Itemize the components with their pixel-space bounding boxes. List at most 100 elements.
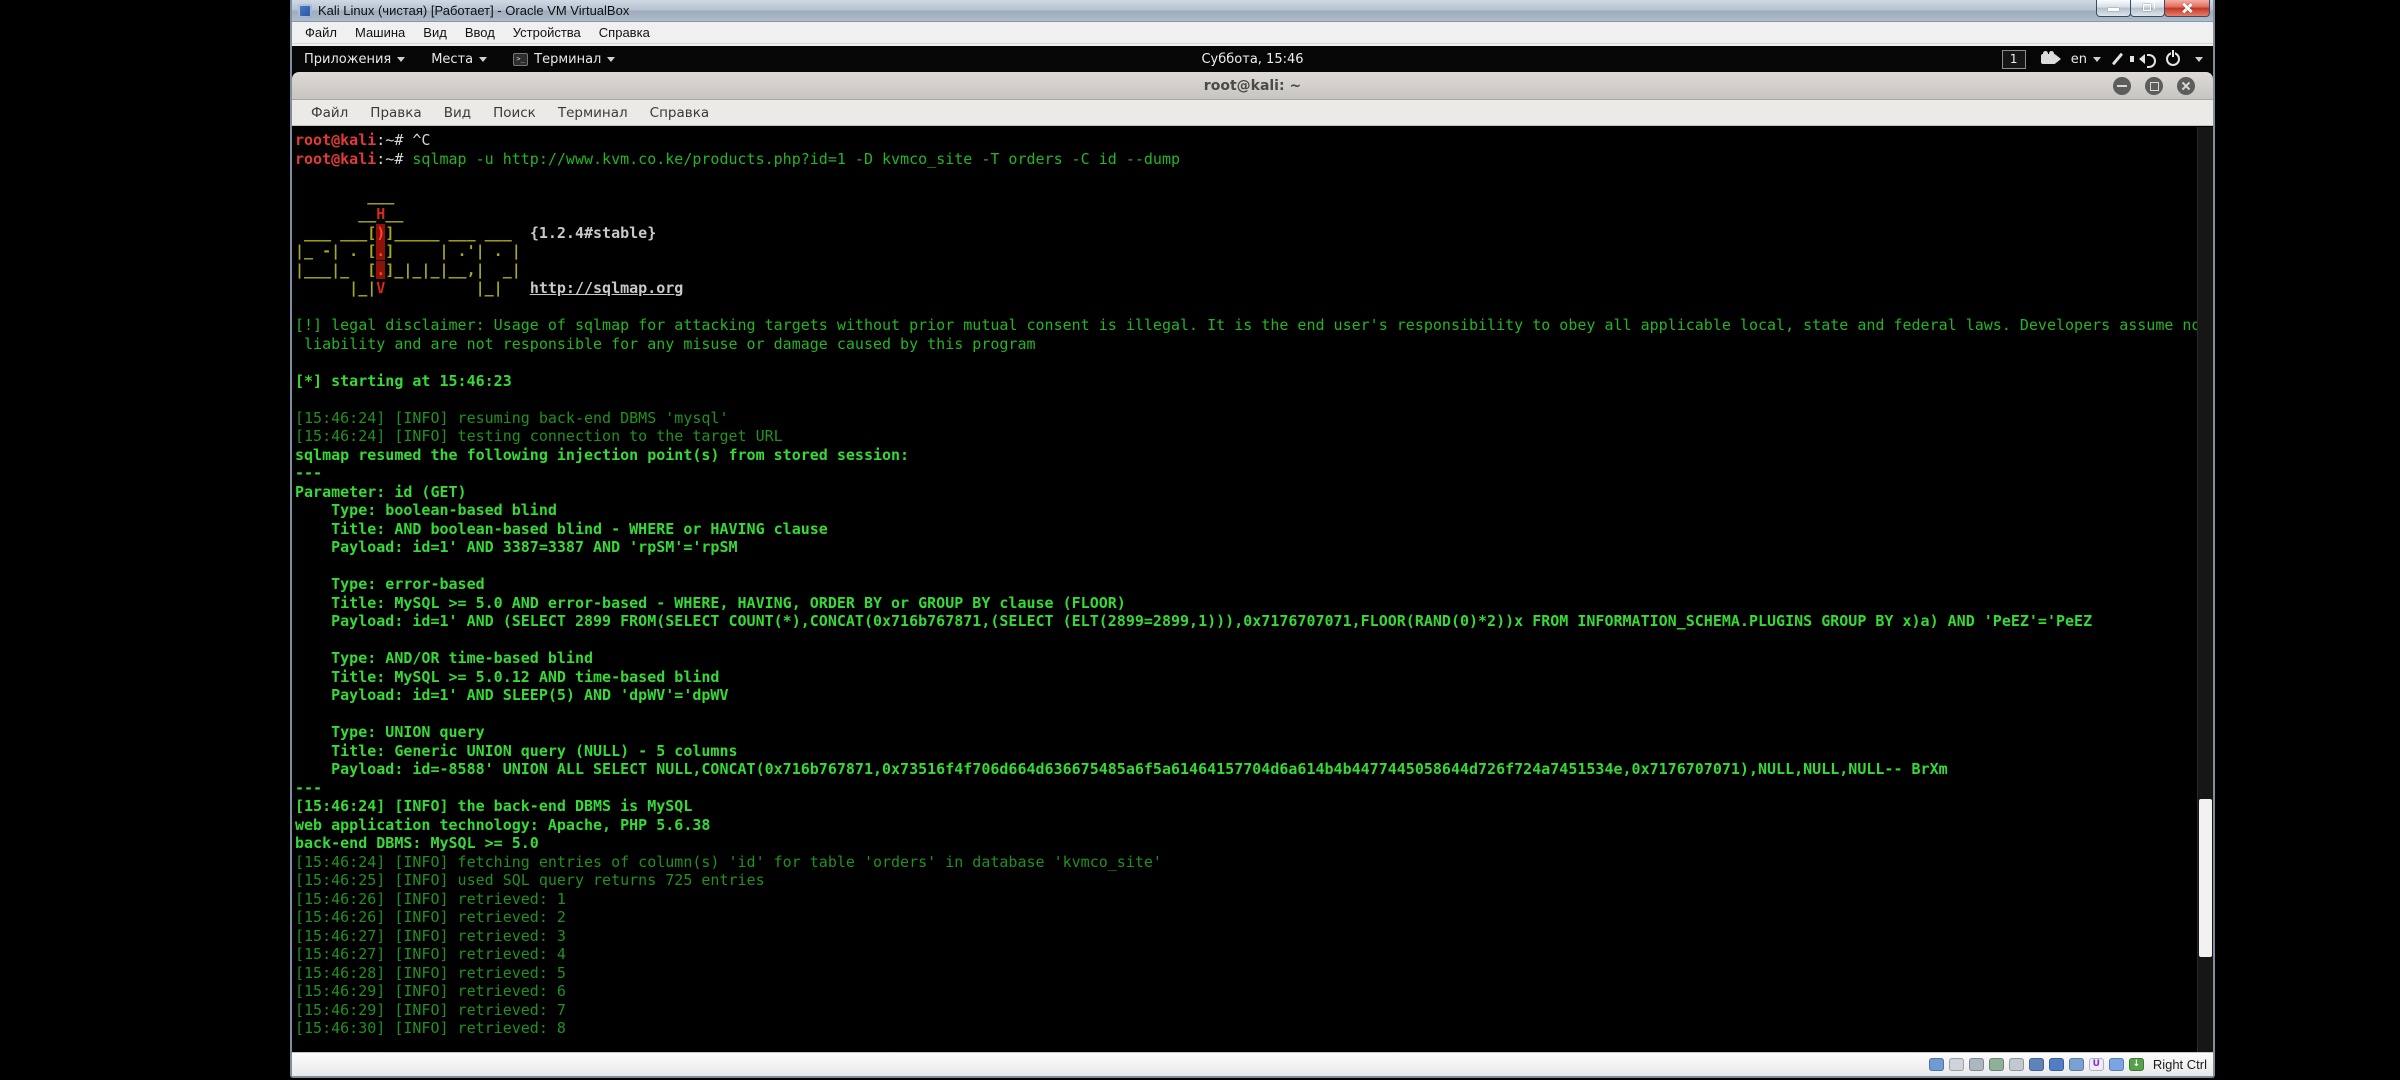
panel-clock[interactable]: Суббота, 15:46	[1201, 52, 1303, 67]
keyboard-layout-indicator[interactable]: en	[2071, 52, 2101, 67]
terminal-titlebar[interactable]: root@kali: ~	[292, 72, 2213, 100]
terminal-line: ---	[295, 779, 2197, 798]
close-icon	[2181, 2, 2193, 14]
terminal-line: Payload: id=1' AND 3387=3387 AND 'rpSM'=…	[295, 538, 2197, 557]
terminal-line: Title: Generic UNION query (NULL) - 5 co…	[295, 742, 2197, 761]
terminal-line: Type: boolean-based blind	[295, 501, 2197, 520]
virtualbox-app-icon	[298, 4, 312, 18]
terminal-line: [15:46:24] [INFO] testing connection to …	[295, 427, 2197, 446]
terminal-line: [15:46:25] [INFO] used SQL query returns…	[295, 871, 2197, 890]
terminal-line: [15:46:30] [INFO] retrieved: 8	[295, 1019, 2197, 1038]
terminal-icon: >_	[513, 53, 528, 66]
terminal-line	[295, 390, 2197, 409]
terminal-line: Title: MySQL >= 5.0.12 AND time-based bl…	[295, 668, 2197, 687]
applications-menu[interactable]: Приложения	[304, 52, 405, 67]
terminal-line: Payload: id=1' AND (SELECT 2899 FROM(SEL…	[295, 612, 2197, 631]
terminal-menu-Справка[interactable]: Справка	[639, 103, 720, 123]
workspace-indicator[interactable]: 1	[2002, 50, 2026, 69]
vbox-menu-Справка[interactable]: Справка	[590, 23, 659, 42]
terminal-line	[295, 353, 2197, 372]
terminal-close-button[interactable]	[2177, 77, 2195, 95]
shared-folders-icon[interactable]	[2029, 1058, 2044, 1071]
terminal-menu-Поиск[interactable]: Поиск	[482, 103, 547, 123]
terminal-line: root@kali:~# ^C	[295, 131, 2197, 150]
auto-resize-icon[interactable]: ↓	[2129, 1058, 2144, 1071]
status-icons: U↓	[1929, 1058, 2144, 1071]
terminal-line: ---	[295, 464, 2197, 483]
terminal-menu-Правка[interactable]: Правка	[359, 103, 432, 123]
terminal-menu-Терминал[interactable]: Терминал	[547, 103, 639, 123]
restore-icon	[2143, 4, 2151, 11]
close-button[interactable]	[2164, 0, 2210, 17]
power-icon[interactable]	[2166, 52, 2180, 66]
terminal-scrollbar[interactable]	[2197, 127, 2213, 1052]
window-title: Kali Linux (чистая) [Работает] - Oracle …	[318, 3, 629, 18]
terminal-menu-Вид[interactable]: Вид	[433, 103, 482, 123]
network-icon[interactable]	[1989, 1058, 2004, 1071]
audio-icon[interactable]	[1969, 1058, 1984, 1071]
terminal-line: [*] starting at 15:46:23	[295, 372, 2197, 391]
virtualbox-titlebar[interactable]: Kali Linux (чистая) [Работает] - Oracle …	[292, 0, 2213, 22]
terminal-line: ___ ___[)]_____ ___ ___ {1.2.4#stable}	[295, 224, 2197, 243]
terminal-line: liability and are not responsible for an…	[295, 335, 2197, 354]
terminal-line	[295, 631, 2197, 650]
terminal-line	[295, 168, 2197, 187]
panel-left: Приложения Места >_ Терминал	[292, 52, 615, 67]
terminal-line: root@kali:~# sqlmap -u http://www.kvm.co…	[295, 150, 2197, 169]
terminal-window: root@kali: ~ ФайлПравкаВидПоискТерминалС…	[292, 72, 2213, 1052]
host-key-label: Right Ctrl	[2153, 1057, 2207, 1072]
minimize-icon	[2108, 8, 2119, 11]
applications-label: Приложения	[304, 52, 391, 67]
screen-background: Kali Linux (чистая) [Работает] - Oracle …	[0, 0, 2400, 1080]
vbox-menu-Машина[interactable]: Машина	[346, 23, 414, 42]
terminal-menubar: ФайлПравкаВидПоискТерминалСправка	[292, 100, 2213, 126]
chevron-down-icon	[607, 57, 615, 62]
seamless-windows-icon[interactable]	[2069, 1058, 2084, 1071]
terminal-app-menu[interactable]: >_ Терминал	[513, 52, 615, 67]
virtualbox-statusbar: U↓ Right Ctrl	[292, 1052, 2213, 1076]
terminal-line: Payload: id=1' AND SLEEP(5) AND 'dpWV'='…	[295, 686, 2197, 705]
vbox-menu-Файл[interactable]: Файл	[296, 23, 346, 42]
terminal-line: ___	[295, 187, 2197, 206]
chevron-down-icon	[479, 57, 487, 62]
window-controls	[2097, 0, 2210, 17]
scrollbar-thumb[interactable]	[2199, 799, 2212, 957]
chevron-down-icon	[397, 57, 405, 62]
display-icon[interactable]	[2049, 1058, 2064, 1071]
terminal-line	[295, 557, 2197, 576]
terminal-line: __H__	[295, 205, 2197, 224]
terminal-maximize-button[interactable]	[2145, 77, 2163, 95]
terminal-line: Type: UNION query	[295, 723, 2197, 742]
hard-disk-icon[interactable]	[1929, 1058, 1944, 1071]
usb-icon[interactable]	[2009, 1058, 2024, 1071]
terminal-line: Type: error-based	[295, 575, 2197, 594]
terminal-window-controls	[2113, 77, 2195, 95]
vbox-menu-Вид[interactable]: Вид	[414, 23, 456, 42]
terminal-line: [15:46:26] [INFO] retrieved: 1	[295, 890, 2197, 909]
features-icon[interactable]: U	[2089, 1058, 2104, 1071]
terminal-title: root@kali: ~	[1204, 78, 1301, 94]
restore-button[interactable]	[2130, 0, 2165, 17]
tweak-tool-icon[interactable]	[2112, 53, 2123, 66]
terminal-output[interactable]: root@kali:~# ^Croot@kali:~# sqlmap -u ht…	[292, 127, 2197, 1052]
vbox-menu-Устройства[interactable]: Устройства	[504, 23, 590, 42]
places-menu[interactable]: Места	[431, 52, 487, 67]
optical-disk-icon[interactable]	[1949, 1058, 1964, 1071]
terminal-line: Type: AND/OR time-based blind	[295, 649, 2197, 668]
panel-indicators: 1 en	[2002, 46, 2203, 72]
screen-recorder-icon[interactable]	[2041, 54, 2056, 64]
volume-icon[interactable]	[2134, 54, 2145, 64]
terminal-line: Payload: id=-8588' UNION ALL SELECT NULL…	[295, 760, 2197, 779]
terminal-menu-Файл[interactable]: Файл	[300, 103, 359, 123]
vbox-menu-Ввод[interactable]: Ввод	[456, 23, 504, 42]
terminal-line: [!] legal disclaimer: Usage of sqlmap fo…	[295, 316, 2197, 335]
places-label: Места	[431, 52, 473, 67]
terminal-minimize-button[interactable]	[2113, 77, 2131, 95]
mouse-integration-icon[interactable]	[2109, 1058, 2124, 1071]
terminal-line: web application technology: Apache, PHP …	[295, 816, 2197, 835]
terminal-line: |_ -| . [.] | .'| . |	[295, 242, 2197, 261]
system-menu-chevron-icon[interactable]	[2195, 57, 2203, 62]
terminal-line: |___|_ [.]_|_|_|__,| _|	[295, 261, 2197, 280]
minimize-button[interactable]	[2096, 0, 2131, 17]
terminal-line	[295, 298, 2197, 317]
